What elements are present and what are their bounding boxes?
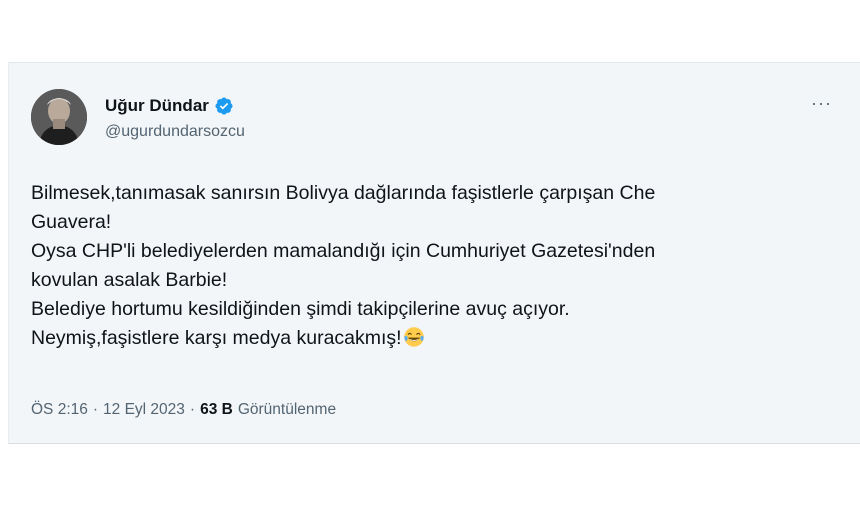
tweet-line: Bilmesek,tanımasak sanırsın Bolivya dağl… <box>31 182 656 204</box>
tweet-meta: ÖS 2:16 · 12 Eyl 2023 · 63 B Görüntülenm… <box>31 401 336 419</box>
tweet-line: kovulan asalak Barbie! <box>31 269 228 291</box>
author-name-row: Uğur Dündar <box>105 96 234 116</box>
meta-separator: · <box>189 401 196 418</box>
tweet-card: Uğur Dündar @ugurdundarsozcu ··· Bilmese… <box>8 62 860 444</box>
views-label: Görüntülenme <box>237 401 337 418</box>
tweet-last-line-wrapper: Neymiş,faşistlere karşı medya kuracakmış… <box>31 324 831 353</box>
tweet-text: Bilmesek,tanımasak sanırsın Bolivya dağl… <box>31 179 831 353</box>
author-avatar[interactable] <box>31 89 87 145</box>
tweet-line: Oysa CHP'li belediyelerden mamalandığı i… <box>31 240 656 262</box>
face-with-tears-of-joy-icon <box>403 327 424 347</box>
author-handle[interactable]: @ugurdundarsozcu <box>105 123 245 141</box>
tweet-time[interactable]: ÖS 2:16 <box>31 401 88 419</box>
avatar-photo-icon <box>31 89 87 145</box>
more-options-button[interactable]: ··· <box>811 93 832 114</box>
meta-separator: · <box>92 401 99 418</box>
tweet-line: Belediye hortumu kesildiğinden şimdi tak… <box>31 298 570 320</box>
verified-badge-icon <box>215 97 233 115</box>
tweet-line: Guavera! <box>31 211 112 233</box>
views-count: 63 B <box>200 401 233 418</box>
tweet-line: Neymiş,faşistlere karşı medya kuracakmış… <box>31 327 402 349</box>
tweet-date[interactable]: 12 Eyl 2023 <box>103 401 185 419</box>
author-display-name[interactable]: Uğur Dündar <box>105 96 209 116</box>
